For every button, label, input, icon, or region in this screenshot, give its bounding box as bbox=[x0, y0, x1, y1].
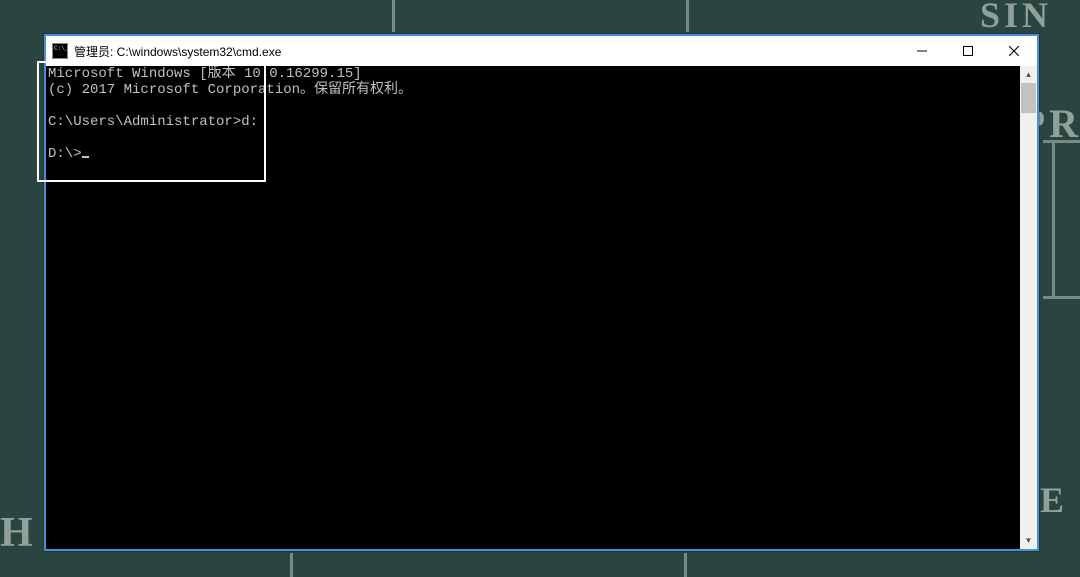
bg-line bbox=[684, 553, 687, 577]
prompt: C:\Users\Administrator> bbox=[48, 114, 241, 130]
console-output[interactable]: Microsoft Windows [版本 10.0.16299.15] (c)… bbox=[46, 66, 1037, 549]
bg-line bbox=[392, 0, 395, 32]
cmd-window: 管理员: C:\windows\system32\cmd.exe Microso… bbox=[44, 34, 1039, 551]
titlebar[interactable]: 管理员: C:\windows\system32\cmd.exe bbox=[46, 36, 1037, 66]
bg-text-top-right: SIN bbox=[980, 0, 1052, 36]
window-controls bbox=[899, 36, 1037, 66]
bg-line bbox=[290, 553, 293, 577]
bg-line bbox=[686, 0, 689, 32]
scroll-thumb[interactable] bbox=[1021, 83, 1036, 113]
banner-line: (c) 2017 Microsoft Corporation。保留所有权利。 bbox=[48, 82, 412, 98]
banner-line: Microsoft Windows [版本 10.0.16299.15] bbox=[48, 66, 362, 82]
window-title: 管理员: C:\windows\system32\cmd.exe bbox=[74, 43, 899, 60]
scroll-down-arrow[interactable]: ▼ bbox=[1020, 532, 1037, 549]
scrollbar[interactable]: ▲ ▼ bbox=[1020, 66, 1037, 549]
minimize-button[interactable] bbox=[899, 36, 945, 66]
cmd-icon bbox=[52, 43, 68, 59]
close-button[interactable] bbox=[991, 36, 1037, 66]
prompt: D:\> bbox=[48, 146, 82, 162]
bg-text-bottom-right: E bbox=[1040, 479, 1068, 521]
maximize-button[interactable] bbox=[945, 36, 991, 66]
scroll-up-arrow[interactable]: ▲ bbox=[1020, 66, 1037, 83]
bg-line bbox=[1052, 143, 1055, 296]
console-area: Microsoft Windows [版本 10.0.16299.15] (c)… bbox=[46, 66, 1037, 549]
bg-line bbox=[1043, 296, 1080, 299]
bg-line bbox=[1043, 140, 1080, 143]
command: d: bbox=[241, 114, 258, 130]
cursor bbox=[82, 156, 89, 158]
